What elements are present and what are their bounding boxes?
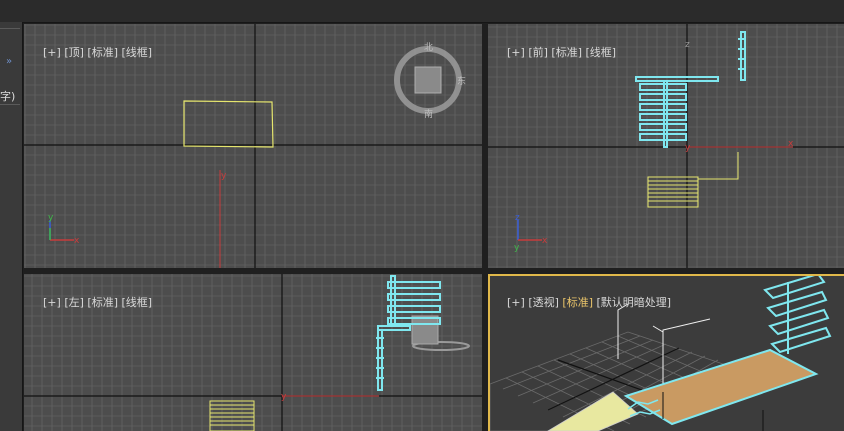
axis-label-y: y xyxy=(281,392,287,402)
viewport-top[interactable]: y 北 南 东 y x [+] [顶] [标准] [线框] xyxy=(24,24,482,268)
axis-label-y: y xyxy=(685,143,691,153)
viewport-perspective[interactable]: [+] [透视] [标准] [默认明暗处理] xyxy=(488,274,844,431)
viewport-plus-menu[interactable]: [+] xyxy=(507,46,525,59)
viewport-view-menu[interactable]: [前] xyxy=(528,46,548,59)
svg-text:x: x xyxy=(542,236,548,246)
svg-text:x: x xyxy=(74,236,80,246)
expand-arrow-icon[interactable]: » xyxy=(6,56,12,67)
viewport-style-menu[interactable]: [线框] xyxy=(122,296,153,309)
panel-text-fragment: 字) xyxy=(0,90,16,103)
viewport-front[interactable]: y x z z x y [+] [前] [标准] [线框] xyxy=(488,24,844,268)
viewport-top-strip xyxy=(0,0,844,23)
panel-divider xyxy=(0,28,20,29)
axis-label-z: z xyxy=(685,40,690,50)
viewcube-north-label: 北 xyxy=(424,42,433,53)
viewport-label: [+] [前] [标准] [线框] xyxy=(493,31,616,73)
viewport-style-menu[interactable]: [线框] xyxy=(586,46,617,59)
viewport-plus-menu[interactable]: [+] xyxy=(43,296,61,309)
panel-divider xyxy=(0,104,20,105)
viewport-view-menu[interactable]: [左] xyxy=(64,296,84,309)
svg-text:y: y xyxy=(48,213,54,223)
viewport-style-menu[interactable]: [默认明暗处理] xyxy=(597,296,672,309)
viewport-left[interactable]: y [+] [左] [标准] [线框] xyxy=(24,274,482,431)
viewport-shading-menu[interactable]: [标准] xyxy=(562,296,593,309)
viewport-style-menu[interactable]: [线框] xyxy=(122,46,153,59)
viewport-shading-menu[interactable]: [标准] xyxy=(87,296,118,309)
viewport-label: [+] [顶] [标准] [线框] xyxy=(29,31,152,73)
viewport-plus-menu[interactable]: [+] xyxy=(43,46,61,59)
axis-label-y: y xyxy=(221,171,227,181)
svg-text:z: z xyxy=(515,213,520,223)
viewport-label: [+] [左] [标准] [线框] xyxy=(29,281,152,323)
viewport-shading-menu[interactable]: [标准] xyxy=(87,46,118,59)
viewport-view-menu[interactable]: [顶] xyxy=(64,46,84,59)
svg-text:y: y xyxy=(514,243,520,253)
viewport-shading-menu[interactable]: [标准] xyxy=(551,46,582,59)
viewport-label: [+] [透视] [标准] [默认明暗处理] xyxy=(493,281,671,323)
axis-label-x: x xyxy=(788,139,794,149)
viewport-plus-menu[interactable]: [+] xyxy=(507,296,525,309)
viewcube-east-label: 东 xyxy=(457,75,466,87)
left-command-panel: » 字) xyxy=(0,22,23,431)
viewcube-south-label: 南 xyxy=(424,108,433,120)
viewport-view-menu[interactable]: [透视] xyxy=(528,296,559,309)
